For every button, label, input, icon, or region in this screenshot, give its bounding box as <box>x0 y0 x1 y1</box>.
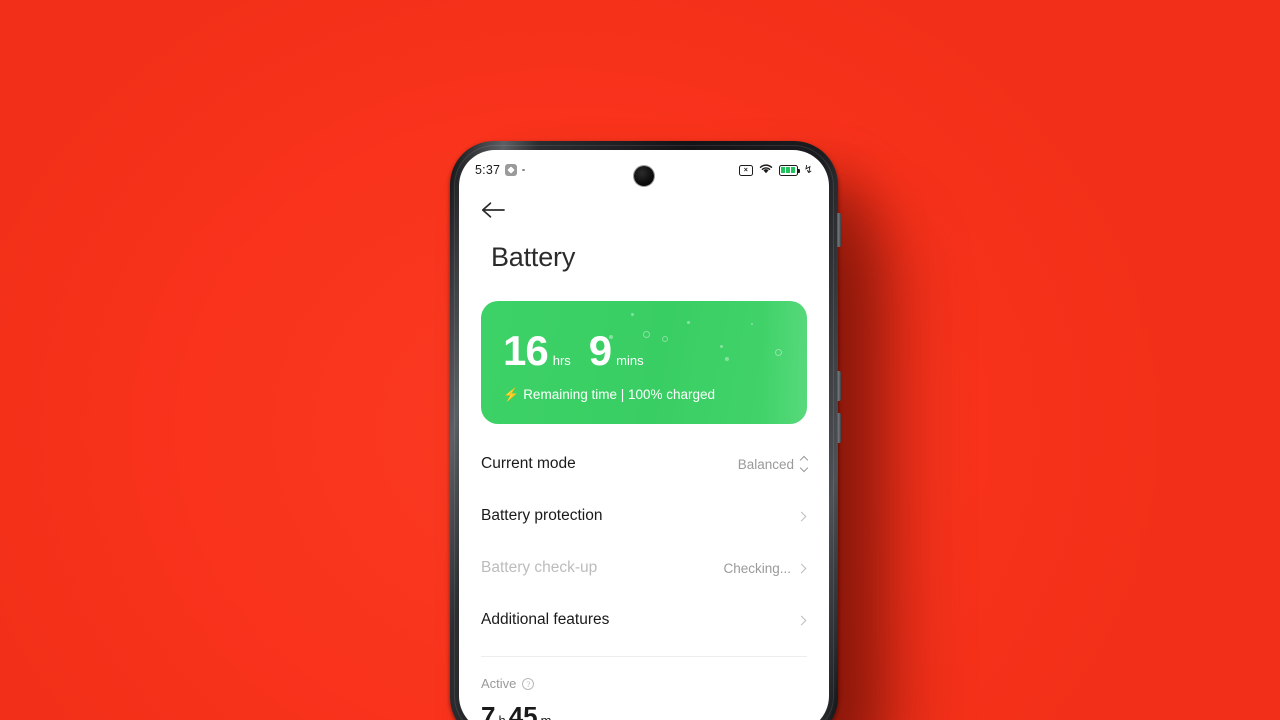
bluetooth-icon: ↯ <box>803 163 813 176</box>
chevron-up-down-icon[interactable] <box>799 455 809 473</box>
remaining-hours: 16 <box>503 327 549 374</box>
sparkle-icon <box>687 321 690 324</box>
phone-screen: 5:37 × ↯ Battery 16 hrs 9 mins ⚡ Remaini… <box>459 150 829 720</box>
phone-device-frame: 5:37 × ↯ Battery 16 hrs 9 mins ⚡ Remaini… <box>450 141 841 720</box>
sparkle-icon <box>631 313 634 316</box>
power-button[interactable] <box>837 213 841 247</box>
active-header: Active ? <box>481 676 807 691</box>
row-control: Balanced <box>737 455 809 473</box>
mute-icon: × <box>738 164 753 176</box>
row-label: Additional features <box>481 611 610 628</box>
navigation-bar <box>459 190 829 234</box>
chevron-right-icon <box>796 511 807 521</box>
volume-up-button[interactable] <box>837 371 841 401</box>
row-control: Checking... <box>723 561 807 576</box>
active-usage-value: 7 h 45 m <box>481 701 807 720</box>
sparkle-icon <box>751 323 753 325</box>
battery-icon <box>778 164 800 176</box>
remaining-minutes: 9 <box>588 327 612 374</box>
charge-status-row: ⚡ Remaining time | 100% charged <box>503 387 807 402</box>
settings-list: Current mode Balanced Battery protection… <box>459 438 829 646</box>
status-bar: 5:37 × ↯ <box>459 150 829 190</box>
status-dot-icon <box>522 168 525 172</box>
row-value: Checking... <box>723 560 791 576</box>
page-title: Battery <box>491 242 576 272</box>
screenshot-tool-icon <box>505 164 518 176</box>
volume-down-button[interactable] <box>837 413 841 443</box>
remaining-hours-unit: hrs <box>552 353 571 368</box>
row-value: Balanced <box>737 456 794 472</box>
row-current-mode[interactable]: Current mode Balanced <box>459 438 829 490</box>
status-bar-clock: 5:37 <box>475 163 501 177</box>
charge-status-text: Remaining time | 100% charged <box>523 386 716 402</box>
lightning-bolt-icon: ⚡ <box>503 386 520 402</box>
row-additional-features[interactable]: Additional features <box>459 594 829 646</box>
active-label: Active <box>481 676 517 691</box>
remaining-minutes-unit: mins <box>616 353 644 368</box>
battery-summary-card[interactable]: 16 hrs 9 mins ⚡ Remaining time | 100% ch… <box>481 301 807 424</box>
active-minutes: 45 <box>508 701 538 720</box>
status-bar-right: × ↯ <box>738 161 813 179</box>
active-usage-section: Active ? 7 h 45 m <box>459 657 829 720</box>
wifi-icon <box>759 161 773 179</box>
row-battery-check-up[interactable]: Battery check-up Checking... <box>459 542 829 594</box>
back-arrow-icon[interactable] <box>481 201 506 224</box>
battery-settings-app: Battery 16 hrs 9 mins ⚡ Remaining time |… <box>459 190 829 720</box>
row-control <box>796 615 807 625</box>
row-label: Current mode <box>481 455 576 472</box>
status-bar-left: 5:37 <box>475 163 525 177</box>
chevron-right-icon <box>796 615 807 625</box>
remaining-time-row: 16 hrs 9 mins <box>503 327 807 374</box>
front-camera-punch-hole <box>634 166 654 186</box>
row-label: Battery protection <box>481 507 603 524</box>
active-hours: 7 <box>481 701 496 720</box>
chevron-right-icon <box>796 563 807 573</box>
row-battery-protection[interactable]: Battery protection <box>459 490 829 542</box>
row-label: Battery check-up <box>481 559 598 576</box>
help-question-icon[interactable]: ? <box>522 677 535 690</box>
row-control <box>796 511 807 521</box>
active-hours-unit: h <box>498 713 505 720</box>
active-minutes-unit: m <box>541 713 552 720</box>
